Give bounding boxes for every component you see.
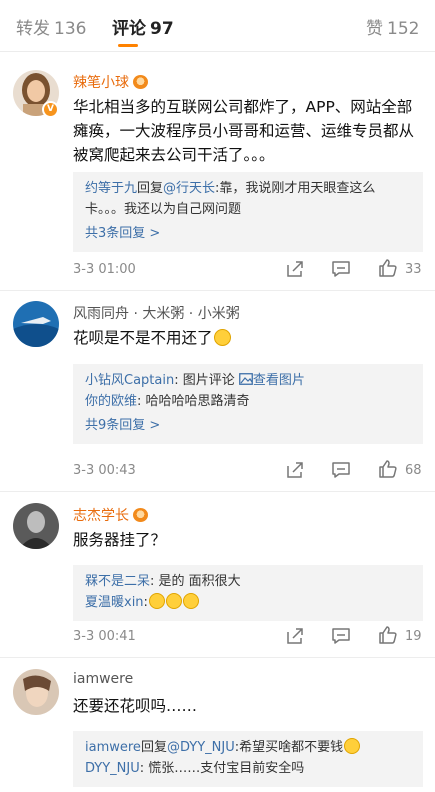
comment-icon[interactable] bbox=[331, 626, 351, 646]
comment-tabs: 转发 136 评论 97 赞 152 bbox=[0, 0, 435, 52]
tab-repost-label: 转发 bbox=[16, 19, 50, 39]
divider bbox=[0, 491, 435, 492]
username-text: 志杰学长 bbox=[73, 508, 129, 524]
tab-repost[interactable]: 转发 136 bbox=[16, 14, 86, 39]
reply-username[interactable]: DYY_NJU bbox=[85, 761, 140, 776]
reply-line: DYY_NJU: 慌张……支付宝目前安全吗 bbox=[85, 758, 411, 779]
comment-text: 花呗是不是不用还了 bbox=[73, 326, 423, 350]
comment-text: 华北相当多的互联网公司都炸了，APP、网站全部瘫痪，一大波程序员小哥哥和运营、运… bbox=[73, 98, 415, 164]
more-replies-link[interactable]: 共3条回复 > bbox=[85, 223, 411, 244]
reply-verb: 回复 bbox=[137, 181, 164, 196]
reply-text: : 是的 面积很大 bbox=[150, 574, 241, 589]
tab-comment[interactable]: 评论 97 bbox=[112, 14, 174, 39]
image-icon bbox=[238, 373, 253, 385]
reply-username[interactable]: iamwere bbox=[85, 740, 141, 755]
comment-time: 3-3 00:41 bbox=[73, 629, 136, 644]
reply-line: 夏温暖xin: bbox=[85, 592, 411, 613]
comment-text: 服务器挂了？ bbox=[73, 531, 167, 549]
reply-username[interactable]: 约等于九 bbox=[85, 181, 137, 196]
tab-comment-count: 97 bbox=[150, 19, 174, 39]
reply-text: : bbox=[143, 595, 148, 610]
comment-text: 还要还花呗吗…… bbox=[73, 697, 198, 715]
comment-time: 3-3 01:00 bbox=[73, 262, 136, 277]
reply-box[interactable]: 约等于九回复@行天长:靠，我说刚才用天眼查这么卡。。。我还以为自己网问题 共3条… bbox=[73, 172, 423, 252]
like-icon[interactable] bbox=[378, 258, 398, 278]
reply-username[interactable]: 你的欧维 bbox=[85, 394, 137, 409]
active-tab-indicator bbox=[118, 44, 138, 47]
reply-verb: 回复 bbox=[140, 740, 167, 755]
vip-crown-icon bbox=[133, 508, 148, 522]
reply-mention[interactable]: @行天长 bbox=[163, 181, 215, 196]
comment-time: 3-3 00:43 bbox=[73, 463, 136, 478]
avatar[interactable] bbox=[13, 669, 59, 715]
reply-mention[interactable]: @DYY_NJU bbox=[167, 740, 235, 755]
like-icon[interactable] bbox=[378, 459, 398, 479]
comment-text-body: 花呗是不是不用还了 bbox=[73, 329, 213, 347]
username[interactable]: 志杰学长 bbox=[73, 505, 148, 525]
username[interactable]: iamwere bbox=[73, 671, 133, 687]
reply-box[interactable]: 小钻风Captain: 图片评论 查看图片 你的欧维: 哈哈哈哈思路清奇 共9条… bbox=[73, 364, 423, 444]
reply-line: 槑不是二呆: 是的 面积很大 bbox=[85, 571, 411, 592]
username[interactable]: 辣笔小球 bbox=[73, 72, 148, 92]
reply-username[interactable]: 槑不是二呆 bbox=[85, 574, 150, 589]
tab-like[interactable]: 赞 152 bbox=[366, 14, 419, 39]
tab-comment-label: 评论 bbox=[112, 19, 146, 39]
reply-box[interactable]: 槑不是二呆: 是的 面积很大 夏温暖xin: bbox=[73, 565, 423, 621]
tab-like-count: 152 bbox=[387, 19, 420, 39]
reply-username[interactable]: 小钻风Captain bbox=[85, 373, 174, 388]
reply-line: iamwere回复@DYY_NJU:希望买啥都不要钱 bbox=[85, 737, 411, 758]
reply-line: 小钻风Captain: 图片评论 查看图片 bbox=[85, 370, 411, 391]
reply-line: 约等于九回复@行天长:靠，我说刚才用天眼查这么卡。。。我还以为自己网问题 bbox=[85, 178, 411, 220]
share-icon[interactable] bbox=[285, 460, 305, 480]
username[interactable]: 风雨同舟 · 大米粥 · 小米粥 bbox=[73, 303, 240, 323]
vip-crown-icon bbox=[133, 75, 148, 89]
reply-box[interactable]: iamwere回复@DYY_NJU:希望买啥都不要钱 DYY_NJU: 慌张……… bbox=[73, 731, 423, 787]
share-icon[interactable] bbox=[285, 626, 305, 646]
avatar[interactable] bbox=[13, 301, 59, 347]
like-icon[interactable] bbox=[378, 625, 398, 645]
verified-icon: V bbox=[42, 101, 59, 118]
reply-text: : 图片评论 bbox=[174, 373, 239, 388]
surprised-emoji-icon bbox=[148, 593, 165, 609]
like-count: 33 bbox=[405, 262, 422, 277]
view-image-link[interactable]: 查看图片 bbox=[253, 373, 305, 388]
comment-icon[interactable] bbox=[331, 460, 351, 480]
more-replies-link[interactable]: 共9条回复 > bbox=[85, 415, 411, 436]
smirk-emoji-icon bbox=[213, 329, 231, 346]
tab-like-label: 赞 bbox=[366, 19, 383, 39]
reply-text: : 慌张……支付宝目前安全吗 bbox=[139, 761, 305, 776]
comment-icon[interactable] bbox=[331, 259, 351, 279]
tab-repost-count: 136 bbox=[54, 19, 87, 39]
reply-text: :希望买啥都不要钱 bbox=[234, 740, 344, 755]
reply-username[interactable]: 夏温暖xin bbox=[85, 595, 144, 610]
surprised-emoji-icon bbox=[165, 593, 182, 609]
laughing-emoji-icon bbox=[344, 738, 361, 754]
share-icon[interactable] bbox=[285, 259, 305, 279]
like-count: 19 bbox=[405, 629, 422, 644]
reply-line: 你的欧维: 哈哈哈哈思路清奇 bbox=[85, 391, 411, 412]
divider bbox=[0, 657, 435, 658]
divider bbox=[0, 290, 435, 291]
reply-text: : 哈哈哈哈思路清奇 bbox=[137, 394, 250, 409]
like-count: 68 bbox=[405, 463, 422, 478]
username-text: 辣笔小球 bbox=[73, 75, 129, 91]
avatar[interactable] bbox=[13, 503, 59, 549]
surprised-emoji-icon bbox=[182, 593, 199, 609]
